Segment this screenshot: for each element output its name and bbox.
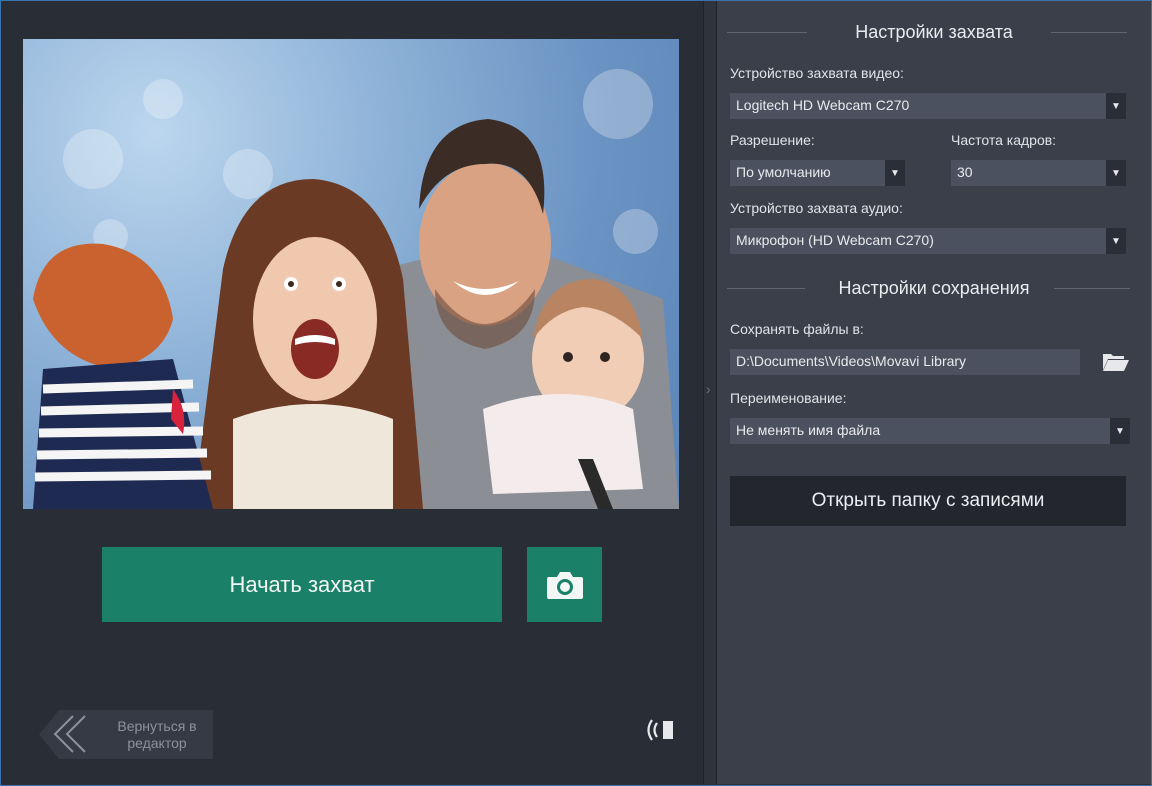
capture-pane: Начать захват Вернуться в редактор bbox=[1, 1, 703, 784]
speaker-icon[interactable] bbox=[643, 717, 677, 743]
folder-icon[interactable] bbox=[1102, 351, 1130, 373]
save-settings-title: Настройки сохранения bbox=[838, 278, 1030, 298]
audio-device-label: Устройство захвата аудио: bbox=[730, 200, 903, 216]
family-photo bbox=[33, 119, 679, 509]
resolution-select[interactable]: По умолчанию ▼ bbox=[730, 160, 905, 186]
video-device-select[interactable]: Logitech HD Webcam C270 ▼ bbox=[730, 93, 1126, 119]
save-path-field[interactable]: D:\Documents\Videos\Movavi Library bbox=[730, 349, 1080, 375]
video-device-value: Logitech HD Webcam C270 bbox=[736, 97, 910, 113]
fps-value: 30 bbox=[957, 164, 973, 180]
video-device-label: Устройство захвата видео: bbox=[730, 65, 904, 81]
capture-settings-title: Настройки захвата bbox=[855, 22, 1013, 42]
triangle-down-icon: ▼ bbox=[1110, 418, 1130, 444]
triangle-down-icon: ▼ bbox=[1106, 228, 1126, 254]
audio-device-value: Микрофон (HD Webcam C270) bbox=[736, 232, 934, 248]
resolution-label: Разрешение: bbox=[730, 132, 815, 148]
start-capture-button[interactable]: Начать захват bbox=[102, 547, 502, 622]
fps-label: Частота кадров: bbox=[951, 132, 1057, 148]
triangle-down-icon: ▼ bbox=[1106, 160, 1126, 186]
pane-splitter[interactable]: › bbox=[703, 1, 717, 784]
back-to-editor-label: Вернуться в редактор bbox=[117, 718, 197, 751]
triangle-down-icon: ▼ bbox=[1106, 93, 1126, 119]
rename-value: Не менять имя файла bbox=[736, 422, 881, 438]
chevron-right-icon: › bbox=[706, 381, 711, 397]
triangle-down-icon: ▼ bbox=[885, 160, 905, 186]
back-to-editor-button[interactable]: Вернуться в редактор bbox=[39, 710, 213, 759]
resolution-value: По умолчанию bbox=[736, 164, 831, 180]
open-records-folder-button[interactable]: Открыть папку с записями bbox=[730, 476, 1126, 526]
fps-select[interactable]: 30 ▼ bbox=[951, 160, 1126, 186]
rename-label: Переименование: bbox=[730, 390, 847, 406]
snapshot-button[interactable] bbox=[527, 547, 602, 622]
save-to-label: Сохранять файлы в: bbox=[730, 321, 864, 337]
double-chevron-left-icon bbox=[53, 715, 86, 753]
settings-pane: Настройки захвата Устройство захвата вид… bbox=[717, 1, 1151, 784]
rename-select[interactable]: Не менять имя файла ▼ bbox=[730, 418, 1130, 444]
webcam-preview bbox=[23, 39, 679, 509]
audio-device-select[interactable]: Микрофон (HD Webcam C270) ▼ bbox=[730, 228, 1126, 254]
camera-icon bbox=[546, 571, 583, 599]
